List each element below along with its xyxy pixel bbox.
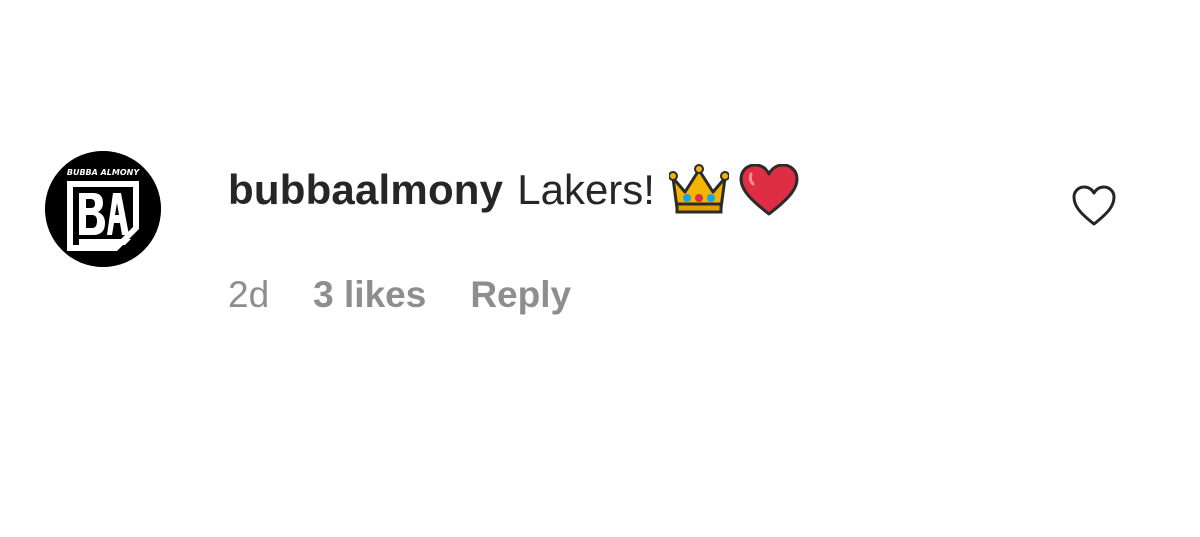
comment-body: bubbaalmony Lakers! bbox=[228, 160, 799, 220]
red-heart-emoji-icon bbox=[739, 164, 799, 216]
comment-meta: 2d 3 likes Reply bbox=[228, 270, 571, 320]
like-heart-icon[interactable] bbox=[1070, 183, 1118, 229]
comment-item: BUBBA ALMONY bubbaalmony Lakers! 2d 3 li… bbox=[0, 0, 1200, 537]
comment-timestamp[interactable]: 2d bbox=[228, 274, 269, 316]
bubba-almony-logo: BUBBA ALMONY bbox=[45, 151, 161, 267]
reply-button[interactable]: Reply bbox=[470, 274, 571, 316]
username-link[interactable]: bubbaalmony bbox=[228, 166, 503, 214]
avatar[interactable]: BUBBA ALMONY bbox=[45, 151, 161, 267]
svg-text:BUBBA ALMONY: BUBBA ALMONY bbox=[67, 168, 141, 177]
comment-text: Lakers! bbox=[517, 166, 655, 213]
crown-emoji-icon bbox=[668, 164, 729, 216]
likes-count-link[interactable]: 3 likes bbox=[313, 274, 426, 316]
